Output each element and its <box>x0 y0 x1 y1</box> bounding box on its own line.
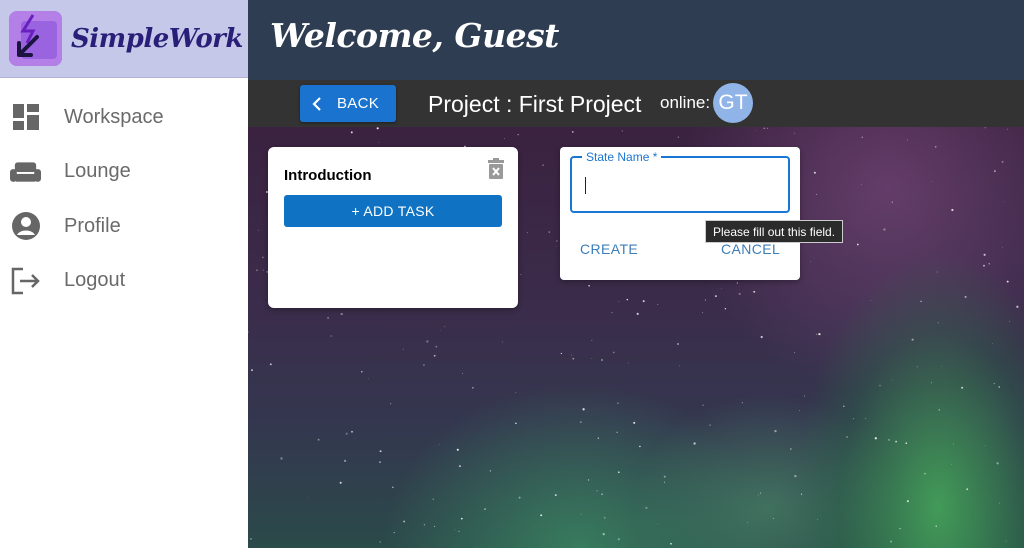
sidebar-item-lounge[interactable]: Lounge <box>0 145 248 200</box>
welcome-title: Welcome, Guest <box>270 16 559 55</box>
brand-bar: SimpleWork <box>0 0 248 78</box>
sidebar-item-logout[interactable]: Logout <box>0 254 248 309</box>
sidebar-item-workspace[interactable]: Workspace <box>0 90 248 145</box>
column-title: Introduction <box>284 167 372 184</box>
sidebar-item-profile[interactable]: Profile <box>0 199 248 254</box>
back-button-label: BACK <box>337 95 380 112</box>
chevron-left-icon <box>312 96 321 111</box>
validation-tooltip: Please fill out this field. <box>705 220 844 243</box>
top-header: Welcome, Guest <box>248 0 1024 80</box>
create-button[interactable]: CREATE <box>580 241 638 257</box>
new-state-form: State Name * CREATE CANCEL <box>560 147 800 280</box>
app-logo <box>9 11 62 66</box>
cancel-button[interactable]: CANCEL <box>721 241 780 257</box>
logout-icon <box>10 265 41 296</box>
text-caret <box>585 177 586 194</box>
delete-icon[interactable] <box>487 158 505 185</box>
project-toolbar: BACK Project : First Project online: GT <box>248 80 1024 127</box>
add-task-button[interactable]: + ADD TASK <box>284 195 502 227</box>
dashboard-icon <box>10 102 41 133</box>
state-name-input[interactable] <box>572 158 788 211</box>
back-button[interactable]: BACK <box>300 85 396 122</box>
avatar[interactable]: GT <box>713 83 753 123</box>
sidebar-item-label: Profile <box>64 214 121 237</box>
sidebar-item-label: Logout <box>64 269 126 292</box>
sidebar-item-label: Lounge <box>64 160 131 183</box>
state-name-field[interactable]: State Name * <box>570 150 790 213</box>
online-label: online: <box>660 93 711 112</box>
project-title: Project : First Project <box>428 91 642 117</box>
sofa-icon <box>10 156 41 187</box>
account-circle-icon <box>10 211 41 242</box>
sidebar-nav: Workspace Lounge Profile Logout <box>0 78 248 308</box>
state-column-card: Introduction + ADD TASK <box>268 147 518 308</box>
brand-name: SimpleWork <box>71 23 243 54</box>
sidebar: SimpleWork Workspace Lounge Profile Logo… <box>0 0 248 548</box>
sidebar-item-label: Workspace <box>64 105 164 128</box>
